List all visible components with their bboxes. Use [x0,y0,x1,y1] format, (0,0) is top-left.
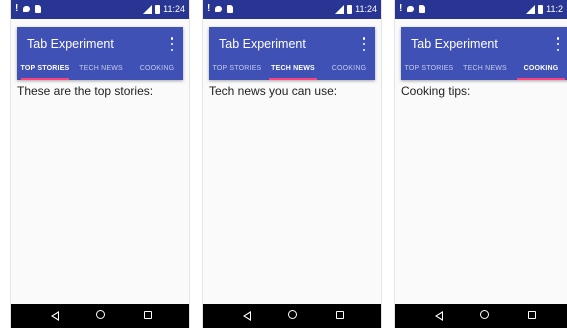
recents-icon[interactable] [336,311,344,319]
notification-alert-icon: ! [15,3,19,14]
notification-alert-icon: ! [207,3,211,14]
overflow-menu-icon[interactable] [167,37,177,51]
app-title: Tab Experiment [219,37,306,51]
notification-alert-icon: ! [399,3,403,14]
app-title: Tab Experiment [411,37,498,51]
tab-bar: TOP STORIES TECH NEWS COOKING [209,60,375,80]
back-icon[interactable] [435,311,443,321]
status-bar: ! 11:2 [395,0,567,19]
navigation-bar [395,304,567,328]
signal-icon [526,4,536,14]
overflow-menu-icon[interactable] [553,37,563,51]
phone-screen-top-stories: ! 11:24 Tab Experiment TOP STORIES TECH … [10,0,190,328]
chat-icon [23,6,31,12]
recents-icon[interactable] [528,311,536,319]
tab-bar: TOP STORIES TECH NEWS COOKING [401,60,567,80]
battery-icon [538,4,544,14]
sim-card-icon [227,5,234,13]
status-time: 11:24 [355,4,377,14]
tab-tech-news[interactable]: TECH NEWS [73,60,129,80]
app-bar: Tab Experiment TOP STORIES TECH NEWS COO… [209,27,375,80]
status-bar: ! 11:24 [11,0,189,19]
status-time: 11:2 [546,4,563,14]
chat-icon [407,6,415,12]
home-icon[interactable] [96,310,105,319]
tab-cooking[interactable]: COOKING [129,60,185,80]
app-bar: Tab Experiment TOP STORIES TECH NEWS COO… [17,27,183,80]
chat-icon [215,6,223,12]
tab-content-text: Tech news you can use: [209,84,338,98]
status-bar: ! 11:24 [203,0,381,19]
navigation-bar [11,304,189,328]
tab-cooking[interactable]: COOKING [513,60,567,80]
status-time: 11:24 [163,4,185,14]
tab-tech-news[interactable]: TECH NEWS [265,60,321,80]
battery-icon [155,4,161,14]
home-icon[interactable] [480,310,489,319]
battery-icon [347,4,353,14]
sim-card-icon [35,5,42,13]
app-bar: Tab Experiment TOP STORIES TECH NEWS COO… [401,27,567,80]
back-icon[interactable] [243,311,251,321]
tab-cooking[interactable]: COOKING [321,60,377,80]
tab-content-text: These are the top stories: [17,84,154,98]
tab-tech-news[interactable]: TECH NEWS [457,60,513,80]
signal-icon [335,4,345,14]
sim-card-icon [419,5,426,13]
phone-screen-tech-news: ! 11:24 Tab Experiment TOP STORIES TECH … [202,0,382,328]
home-icon[interactable] [288,310,297,319]
tab-top-stories[interactable]: TOP STORIES [17,60,73,80]
app-title: Tab Experiment [27,37,114,51]
overflow-menu-icon[interactable] [359,37,369,51]
navigation-bar [203,304,381,328]
tab-bar: TOP STORIES TECH NEWS COOKING [17,60,183,80]
tab-top-stories[interactable]: TOP STORIES [401,60,457,80]
tab-content-text: Cooking tips: [401,84,471,98]
back-icon[interactable] [51,311,59,321]
tab-top-stories[interactable]: TOP STORIES [209,60,265,80]
signal-icon [143,4,153,14]
phone-screen-cooking: ! 11:2 Tab Experiment TOP STORIES TECH N… [394,0,567,328]
recents-icon[interactable] [144,311,152,319]
